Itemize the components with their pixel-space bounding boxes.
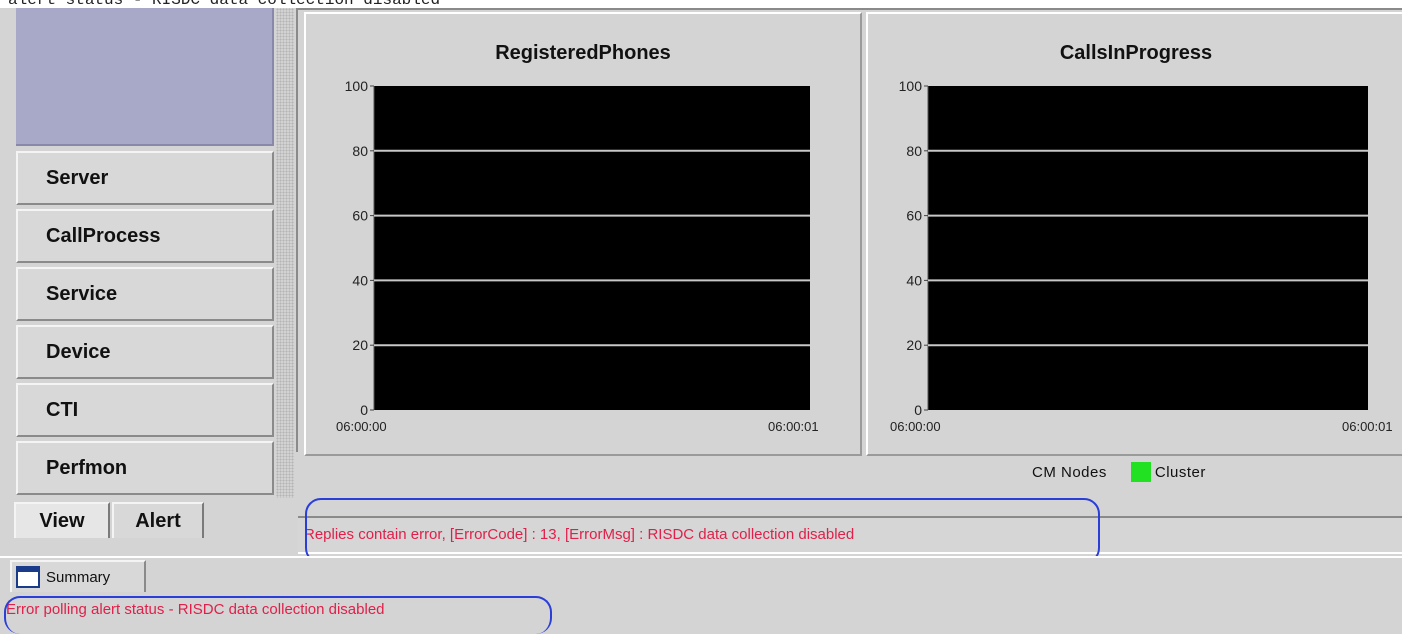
status-error-message: Replies contain error, [ErrorCode] : 13,… xyxy=(304,526,855,543)
nav-button-service[interactable]: Service xyxy=(16,267,274,321)
bottom-tab-bar: Summary xyxy=(0,556,1402,592)
tab-summary[interactable]: Summary xyxy=(10,560,146,592)
plot-area xyxy=(374,86,810,410)
plot-area xyxy=(928,86,1368,410)
nav-button-callprocess[interactable]: CallProcess xyxy=(16,209,274,263)
chart-panel-callsinprogress: CallsInProgress 0 20 40 60 80 100 06:00:00 06… xyxy=(866,12,1402,456)
nav-button-perfmon[interactable]: Perfmon xyxy=(16,441,274,495)
x-tick-end: 06:00:01 xyxy=(768,419,819,434)
legend-item-cluster: Cluster xyxy=(1154,463,1206,481)
footer-error-message: Error polling alert status - RISDC data … xyxy=(6,601,385,618)
legend-title: CM Nodes xyxy=(1032,463,1107,481)
tab-view[interactable]: View xyxy=(14,502,110,538)
tab-alert[interactable]: Alert xyxy=(112,502,204,538)
y-tick-label: 100 xyxy=(345,78,369,94)
chart-panel-registeredphones: RegisteredPhones 0 20 40 60 80 100 06:00:00 0… xyxy=(304,12,862,456)
y-tick-label: 60 xyxy=(352,208,368,224)
y-tick-label: 100 xyxy=(899,78,923,94)
y-ticks: 0 20 40 60 80 100 xyxy=(899,78,928,418)
footer-status-bar: Error polling alert status - RISDC data … xyxy=(0,594,1402,627)
nav-button-device[interactable]: Device xyxy=(16,325,274,379)
tab-summary-label: Summary xyxy=(46,568,111,586)
window-title-fragment: alert status - RISDC data collection dis… xyxy=(0,0,1402,8)
x-tick-start: 06:00:00 xyxy=(336,419,387,434)
chart-svg: 0 20 40 60 80 100 06:00:00 06:00:01 xyxy=(336,78,819,434)
chart-legend: CM Nodes Cluster xyxy=(1032,460,1206,484)
window-icon xyxy=(16,566,40,588)
y-tick-label: 40 xyxy=(352,272,368,288)
y-tick-label: 80 xyxy=(906,143,922,159)
y-ticks: 0 20 40 60 80 100 xyxy=(345,78,374,418)
y-tick-label: 80 xyxy=(352,143,368,159)
nav-button-server[interactable]: Server xyxy=(16,151,274,205)
status-bar: Replies contain error, [ErrorCode] : 13,… xyxy=(298,516,1402,554)
x-tick-start: 06:00:00 xyxy=(890,419,941,434)
y-tick-label: 20 xyxy=(906,337,922,353)
charts-area: RegisteredPhones 0 20 40 60 80 100 06:00:00 0… xyxy=(296,8,1402,456)
sidebar-banner xyxy=(16,8,274,146)
y-tick-label: 40 xyxy=(906,272,922,288)
nav-button-cti[interactable]: CTI xyxy=(16,383,274,437)
y-tick-label: 0 xyxy=(360,402,368,418)
legend-swatch-cluster xyxy=(1130,462,1151,482)
y-tick-label: 60 xyxy=(906,208,922,224)
y-tick-label: 20 xyxy=(352,337,368,353)
splitter-handle[interactable] xyxy=(276,8,294,498)
sidebar: Server CallProcess Service Device CTI Pe… xyxy=(12,8,275,543)
x-tick-end: 06:00:01 xyxy=(1342,419,1393,434)
y-tick-label: 0 xyxy=(914,402,922,418)
chart-svg: 0 20 40 60 80 100 06:00:00 06:00:01 xyxy=(890,78,1393,434)
